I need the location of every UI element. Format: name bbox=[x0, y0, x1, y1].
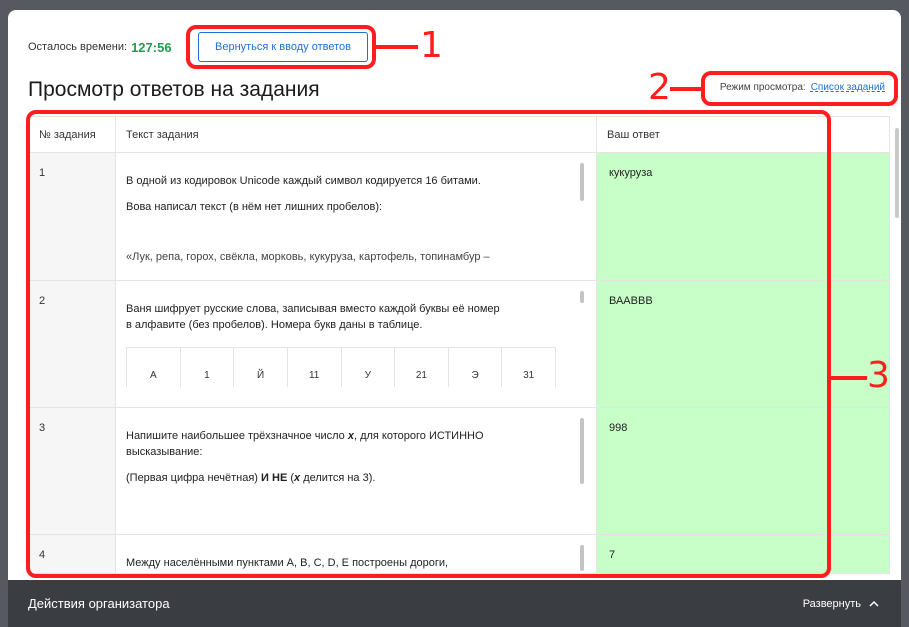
timer-value: 127:56 bbox=[131, 39, 172, 55]
expand-button[interactable]: Развернуть bbox=[803, 598, 879, 610]
annotation-label-3: 3 bbox=[867, 355, 890, 396]
expand-label: Развернуть bbox=[802, 597, 861, 610]
annotation-label-2: 2 bbox=[648, 67, 671, 108]
organizer-actions-bar: Действия организатора Развернуть bbox=[8, 580, 901, 627]
annotation-line-2 bbox=[670, 87, 701, 91]
annotation-box-1 bbox=[186, 25, 376, 69]
annotation-line-1 bbox=[376, 45, 418, 49]
annotation-box-2 bbox=[701, 71, 898, 106]
organizer-actions-title: Действия организатора bbox=[28, 596, 170, 611]
page-title: Просмотр ответов на задания bbox=[28, 78, 320, 101]
annotation-line-3 bbox=[831, 376, 867, 380]
annotation-box-3 bbox=[26, 110, 831, 578]
annotation-label-1: 1 bbox=[420, 25, 443, 66]
page-scrollbar[interactable] bbox=[895, 128, 899, 218]
chevron-up-icon bbox=[869, 600, 879, 607]
time-remaining: Осталось времени: 127:56 bbox=[28, 32, 172, 62]
window-frame: Осталось времени: 127:56 Вернуться к вво… bbox=[0, 0, 909, 627]
timer-label: Осталось времени: bbox=[28, 41, 128, 53]
